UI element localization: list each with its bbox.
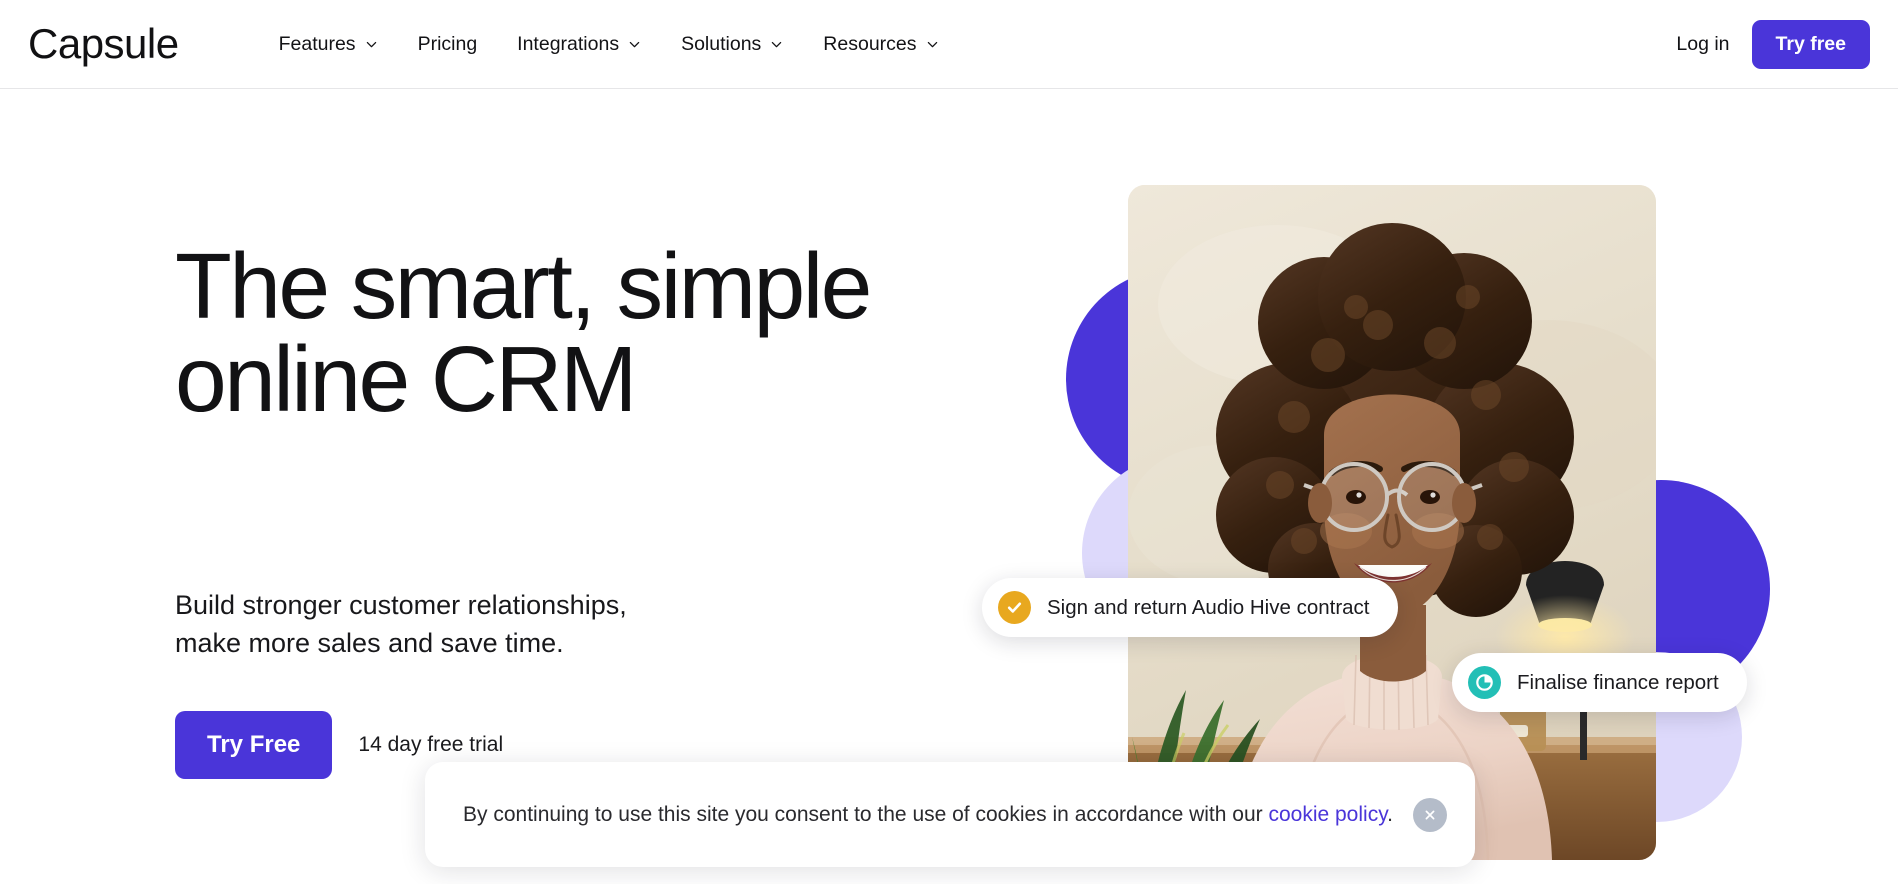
cookie-consent-banner: By continuing to use this site you conse… <box>425 762 1475 867</box>
chevron-down-icon <box>628 38 641 51</box>
landing-page: Capsule Features Pricing Integrations So… <box>0 0 1898 884</box>
nav-item-resources[interactable]: Resources <box>803 23 958 66</box>
nav-item-integrations[interactable]: Integrations <box>497 23 661 66</box>
cookie-banner-text: By continuing to use this site you conse… <box>463 801 1393 828</box>
header-try-free-button[interactable]: Try free <box>1751 19 1870 69</box>
cookie-text-after-link: . <box>1387 802 1393 826</box>
pie-chart-circle-icon <box>1468 666 1501 699</box>
hero-content: The smart, simple online CRM Build stron… <box>175 130 895 779</box>
floating-task-label: Sign and return Audio Hive contract <box>1047 595 1370 619</box>
main-navigation: Features Pricing Integrations Solutions <box>259 23 959 66</box>
check-circle-icon <box>998 591 1031 624</box>
header-actions: Log in Try free <box>1654 19 1870 69</box>
hero-subtitle-line-1: Build stronger customer relationships, <box>175 590 627 620</box>
page-title: The smart, simple online CRM <box>175 240 895 426</box>
nav-item-solutions[interactable]: Solutions <box>661 23 803 66</box>
hero-subtitle: Build stronger customer relationships, m… <box>175 586 895 663</box>
nav-item-label: Integrations <box>517 32 620 55</box>
nav-item-label: Pricing <box>417 32 478 55</box>
hero-photo <box>1128 185 1656 860</box>
close-icon <box>1423 808 1437 822</box>
floating-task-card-finance[interactable]: Finalise finance report <box>1452 653 1747 712</box>
floating-task-card-contract[interactable]: Sign and return Audio Hive contract <box>982 578 1398 637</box>
site-header: Capsule Features Pricing Integrations So… <box>0 0 1898 89</box>
nav-item-label: Resources <box>823 32 917 55</box>
nav-item-features[interactable]: Features <box>259 23 398 66</box>
chevron-down-icon <box>365 38 378 51</box>
floating-task-label: Finalise finance report <box>1517 670 1719 694</box>
cookie-text-before-link: By continuing to use this site you conse… <box>463 802 1269 826</box>
cookie-policy-link[interactable]: cookie policy <box>1268 803 1387 826</box>
nav-item-pricing[interactable]: Pricing <box>398 23 498 66</box>
cookie-banner-close-button[interactable] <box>1413 797 1447 832</box>
chevron-down-icon <box>770 38 783 51</box>
nav-item-label: Features <box>278 32 356 55</box>
nav-item-label: Solutions <box>681 32 762 55</box>
page-title-line-1: The smart, simple <box>175 234 872 338</box>
free-trial-note: 14 day free trial <box>358 732 504 756</box>
page-title-line-2: online CRM <box>175 327 637 431</box>
login-link[interactable]: Log in <box>1654 23 1751 66</box>
chevron-down-icon <box>926 38 939 51</box>
capsule-logo[interactable]: Capsule <box>28 23 179 65</box>
hero-try-free-button[interactable]: Try Free <box>175 710 333 779</box>
hero-subtitle-line-2: make more sales and save time. <box>175 628 564 659</box>
